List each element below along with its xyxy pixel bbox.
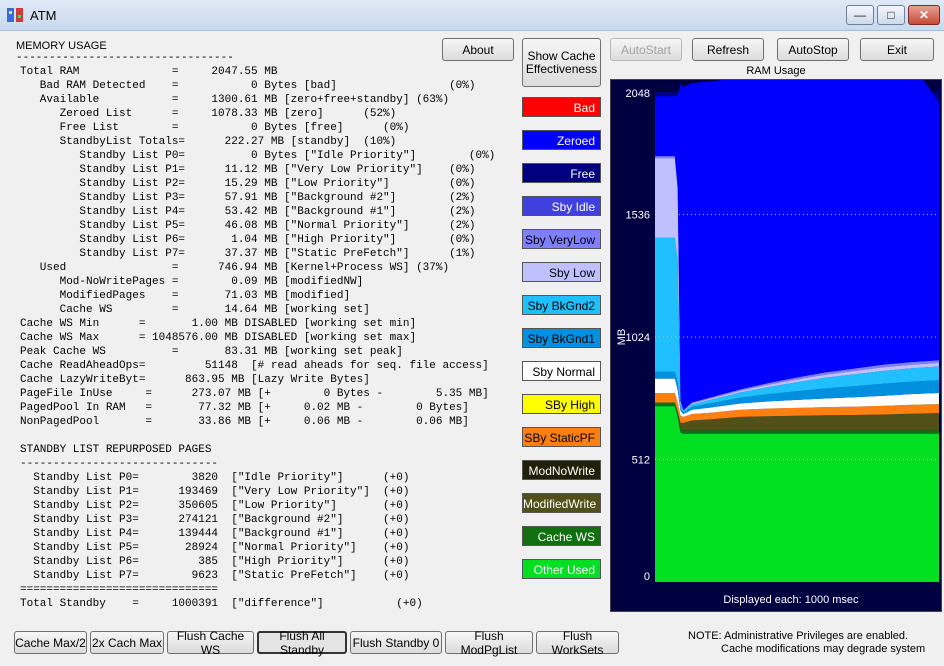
memory-line: Zeroed List = 1078.33 MB [zero] (52%) — [20, 108, 397, 120]
ram-usage-chart-svg: RAM Usage 0 512 1024 1536 2048 MB Displayed ea… — [616, 61, 939, 606]
legend-item: Sby BkGnd1 — [522, 328, 601, 348]
legend-item: Sby Low — [522, 262, 601, 282]
repurposed-row: Standby List P2= 350605 ["Low Priority"]… — [20, 500, 410, 512]
chart-footer: Displayed each: 1000 msec — [723, 594, 859, 606]
legend-item: Sby BkGnd2 — [522, 295, 601, 315]
memory-line: Standby List P3= 57.91 MB ["Background #… — [20, 192, 476, 204]
about-button[interactable]: About — [442, 38, 514, 61]
legend-item: Zeroed — [522, 130, 601, 150]
bottom-button-flush-modpglist[interactable]: Flush ModPgList — [445, 629, 533, 657]
memory-line: StandbyList Totals= 222.27 MB [standby] … — [20, 136, 397, 148]
repurposed-title: STANDBY LIST REPURPOSED PAGES — [20, 444, 212, 456]
repurposed-row: Standby List P3= 274121 ["Background #2"… — [20, 514, 410, 526]
legend-item: Sby Idle — [522, 196, 601, 216]
bottom-button-2x-cach-max[interactable]: 2x Cach Max — [90, 631, 164, 654]
legend-item: Sby VeryLow — [522, 229, 601, 249]
series-area-zeroed — [655, 61, 939, 410]
repurposed-row: Standby List P7= 9623 ["Static PreFetch"… — [20, 570, 410, 582]
y-tick-label: 0 — [644, 571, 650, 583]
legend-item: SBy StaticPF — [522, 427, 601, 447]
window-title: ATM — [30, 8, 57, 23]
repurposed-row: Standby List P5= 28924 ["Normal Priority… — [20, 542, 410, 554]
repurposed-row: Standby List P6= 385 ["High Priority"] (… — [20, 556, 410, 568]
memory-line: Available = 1300.61 MB [zero+free+standb… — [20, 94, 450, 106]
y-tick-label: 2048 — [626, 88, 650, 100]
legend-item: Free — [522, 163, 601, 183]
bottom-button-flush-worksets[interactable]: Flush WorkSets — [536, 629, 619, 657]
legend-item: Other Used — [522, 559, 601, 579]
legend-item: ModifiedWrite — [522, 493, 601, 513]
memory-line: Standby List P4= 53.42 MB ["Background #… — [20, 206, 476, 218]
memory-line: Cache WS = 14.64 MB [working set] — [20, 304, 370, 316]
memory-line: Bad RAM Detected = 0 Bytes [bad] (0%) — [20, 80, 476, 92]
y-axis-label: MB — [616, 329, 628, 346]
repurposed-underline: ------------------------------ — [20, 458, 219, 470]
minimize-button[interactable]: — — [846, 5, 874, 25]
memory-usage-list: Total RAM = 2047.55 MB Bad RAM Detected … — [20, 65, 495, 429]
legend-item: Bad — [522, 97, 601, 117]
close-button[interactable]: ✕ — [908, 5, 940, 25]
refresh-button[interactable]: Refresh — [692, 38, 764, 61]
bottom-button-flush-all-standby[interactable]: Flush All Standby — [257, 629, 347, 657]
repurposed-row: Standby List P0= 3820 ["Idle Priority"] … — [20, 472, 410, 484]
memory-line: Standby List P6= 1.04 MB ["High Priority… — [20, 234, 476, 246]
memory-line: Standby List P0= 0 Bytes ["Idle Priority… — [20, 150, 496, 162]
memory-line: Cache WS Max = 1048576.00 MB DISABLED [w… — [20, 332, 417, 344]
memory-line: NonPagedPool = 33.86 MB [+ 0.06 MB - 0.0… — [20, 416, 469, 428]
memory-line: Standby List P5= 46.08 MB ["Normal Prior… — [20, 220, 476, 232]
legend-item: Sby Normal — [522, 361, 601, 381]
y-tick-label: 1024 — [626, 332, 650, 344]
memory-line: Standby List P1= 11.12 MB ["Very Low Pri… — [20, 164, 476, 176]
memory-line: Peak Cache WS = 83.31 MB [working set pe… — [20, 346, 403, 358]
repurposed-separator: ============================== — [20, 584, 219, 596]
repurposed-row: Standby List P1= 193469 ["Very Low Prior… — [20, 486, 410, 498]
note-line-1: NOTE: Administrative Privileges are enab… — [688, 630, 909, 642]
ram-usage-chart: RAM Usage 0 512 1024 1536 2048 MB Displayed ea… — [610, 61, 942, 612]
memory-line: ModifiedPages = 71.03 MB [modified] — [20, 290, 351, 302]
memory-line: PageFile InUse = 273.07 MB [+ 0 Bytes - … — [20, 388, 489, 400]
autostart-button[interactable]: AutoStart — [610, 38, 682, 61]
app-icon — [7, 8, 23, 22]
memory-line: Cache WS Min = 1.00 MB DISABLED [working… — [20, 318, 417, 330]
memory-line: Standby List P7= 37.37 MB ["Static PreFe… — [20, 248, 476, 260]
legend-item: SBy High — [522, 394, 601, 414]
main-client-area: MEMORY USAGE ---------------------------… — [7, 31, 944, 666]
note-line-2: Cache modifications may degrade system — [721, 643, 926, 655]
repurposed-list: Standby List P0= 3820 ["Idle Priority"] … — [20, 471, 409, 583]
memory-usage-underline: --------------------------------- — [16, 52, 234, 64]
total-standby: Total Standby = 1000391 ["difference"] (… — [20, 598, 423, 610]
memory-line: Cache LazyWriteByt= 863.95 MB [Lazy Writ… — [20, 374, 370, 386]
memory-line: Free List = 0 Bytes [free] (0%) — [20, 122, 410, 134]
legend-item: Cache WS — [522, 526, 601, 546]
memory-line: Mod-NoWritePages = 0.09 MB [modifiedNW] — [20, 276, 364, 288]
bottom-button-flush-standby-0[interactable]: Flush Standby 0 — [350, 631, 442, 654]
memory-line: Cache ReadAheadOps= 51148 [# read aheads… — [20, 360, 489, 372]
y-tick-label: 1536 — [626, 210, 650, 222]
memory-line: Used = 746.94 MB [Kernel+Process WS] (37… — [20, 262, 450, 274]
maximize-button[interactable]: □ — [877, 5, 905, 25]
y-tick-label: 512 — [632, 455, 650, 467]
exit-button[interactable]: Exit — [860, 38, 934, 61]
bottom-button-cache-max-2[interactable]: Cache Max/2 — [14, 631, 87, 654]
repurposed-row: Standby List P4= 139444 ["Background #1"… — [20, 528, 410, 540]
memory-line: PagedPool In RAM = 77.32 MB [+ 0.02 MB -… — [20, 402, 469, 414]
bottom-button-flush-cache-ws[interactable]: Flush Cache WS — [167, 629, 254, 657]
autostop-button[interactable]: AutoStop — [777, 38, 849, 61]
title-bar[interactable]: ATM — □ ✕ — [0, 0, 944, 31]
chart-heading: RAM Usage — [746, 65, 806, 77]
memory-line: Total RAM = 2047.55 MB — [20, 66, 278, 78]
show-cache-effectiveness-button[interactable]: Show Cache Effectiveness — [522, 38, 601, 87]
legend-item: ModNoWrite — [522, 460, 601, 480]
memory-line: Standby List P2= 15.29 MB ["Low Priority… — [20, 178, 476, 190]
